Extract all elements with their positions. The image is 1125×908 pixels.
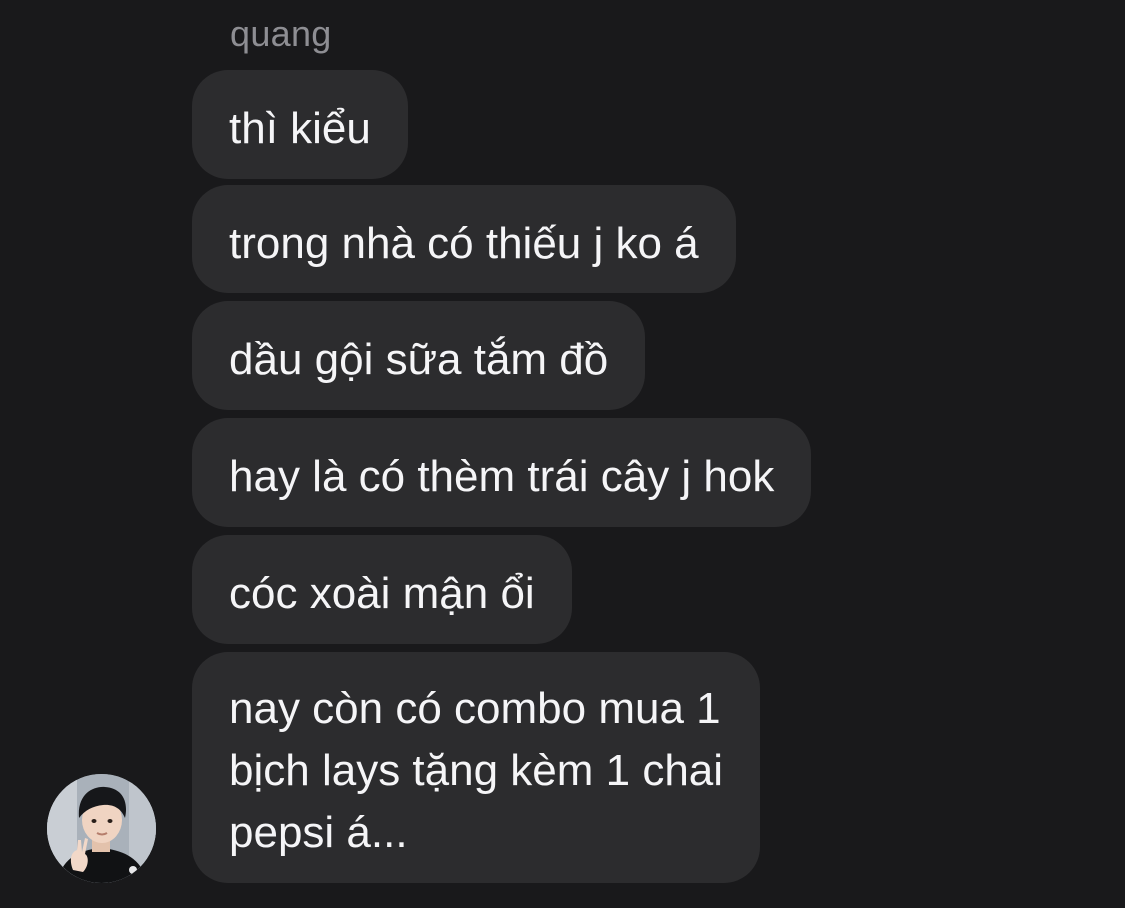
user-avatar-icon xyxy=(47,774,156,883)
message-bubble[interactable]: cóc xoài mận ổi xyxy=(192,535,572,644)
sender-name: quang xyxy=(230,13,332,54)
message-bubble[interactable]: nay còn có combo mua 1 bịch lays tặng kè… xyxy=(192,652,761,883)
avatar[interactable] xyxy=(47,774,156,883)
message-bubble[interactable]: dầu gội sữa tắm đồ xyxy=(192,301,646,410)
message-bubble[interactable]: trong nhà có thiếu j ko á xyxy=(192,185,736,293)
message-bubble[interactable]: hay là có thèm trái cây j hok xyxy=(192,418,812,527)
message-bubble[interactable]: thì kiểu xyxy=(192,70,408,179)
